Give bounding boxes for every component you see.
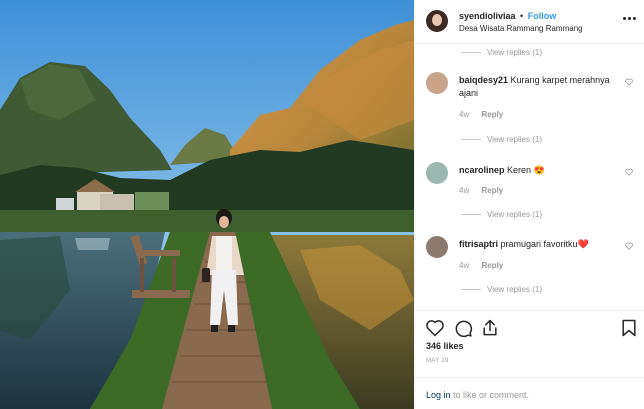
more-options-icon[interactable] [623, 14, 637, 24]
view-replies-link[interactable]: View replies (1) [461, 210, 542, 219]
comment-text-block: baiqdesy21 Kurang karpet merahnya ajani [459, 74, 624, 100]
author-username[interactable]: syendioliviaa [459, 11, 516, 21]
post-photo [0, 0, 414, 409]
comment-meta: 4w Reply [459, 186, 503, 195]
like-comment-icon[interactable] [625, 78, 633, 86]
reply-button[interactable]: Reply [481, 261, 503, 270]
commenter-username[interactable]: fitrisaptri [459, 239, 498, 249]
comment-age: 4w [459, 110, 470, 119]
login-prompt-text: Log in to like or comment. [426, 390, 529, 400]
author-line: syendioliviaa • Follow [459, 11, 556, 21]
comment-text: Keren 😍 [507, 165, 545, 175]
comment-text-block: ncarolinep Keren 😍 [459, 164, 624, 177]
comment-meta: 4w Reply [459, 110, 503, 119]
commenter-avatar[interactable] [426, 162, 448, 184]
reply-button[interactable]: Reply [481, 110, 503, 119]
comment-age: 4w [459, 186, 470, 195]
reply-button[interactable]: Reply [481, 186, 503, 195]
comment-age: 4w [459, 261, 470, 270]
login-link[interactable]: Log in [426, 390, 451, 400]
comment-icon[interactable] [453, 318, 473, 338]
commenter-username[interactable]: ncarolinep [459, 165, 505, 175]
post-location[interactable]: Desa Wisata Rammang Rammang [459, 24, 583, 33]
action-bar [415, 310, 644, 344]
separator-dot: • [520, 11, 524, 21]
login-prompt: Log in to like or comment. [415, 377, 644, 409]
comment-text: pramugari favoritku❤️ [500, 239, 589, 249]
follow-button[interactable]: Follow [528, 11, 557, 21]
view-replies-link[interactable]: View replies (1) [461, 48, 542, 57]
comment-meta: 4w Reply [459, 261, 503, 270]
comments-list: View replies (1) baiqdesy21 Kurang karpe… [415, 44, 644, 310]
like-comment-icon[interactable] [625, 168, 633, 176]
heart-icon[interactable] [425, 318, 445, 338]
post-date: MAY 19 [426, 358, 449, 364]
like-comment-icon[interactable] [625, 242, 633, 250]
comment-text-block: fitrisaptri pramugari favoritku❤️ [459, 238, 624, 251]
bookmark-icon[interactable] [619, 318, 639, 338]
login-suffix: to like or comment. [450, 390, 530, 400]
post-side-panel: syendioliviaa • Follow Desa Wisata Ramma… [414, 0, 644, 409]
post-header: syendioliviaa • Follow Desa Wisata Ramma… [415, 0, 644, 44]
author-avatar[interactable] [426, 10, 448, 32]
commenter-avatar[interactable] [426, 236, 448, 258]
likes-count[interactable]: 346 likes [426, 341, 464, 351]
share-icon[interactable] [480, 318, 500, 338]
view-replies-link[interactable]: View replies (1) [461, 135, 542, 144]
view-replies-link[interactable]: View replies (1) [461, 285, 542, 294]
commenter-username[interactable]: baiqdesy21 [459, 75, 508, 85]
commenter-avatar[interactable] [426, 72, 448, 94]
